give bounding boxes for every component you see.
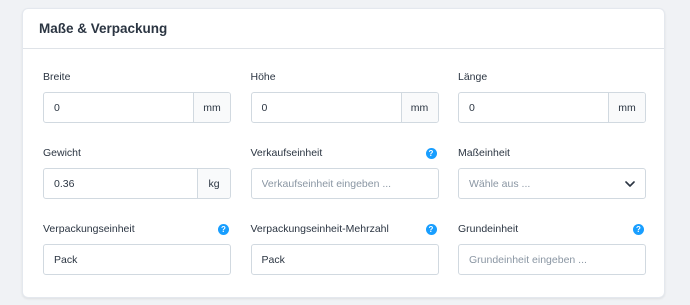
- length-unit-suffix: mm: [608, 93, 645, 122]
- help-icon[interactable]: ?: [425, 147, 437, 159]
- weight-field: Gewicht kg: [43, 145, 231, 199]
- sales-unit-input[interactable]: [251, 169, 438, 198]
- base-unit-field: Grundeinheit ?: [458, 221, 646, 275]
- packaging-unit-plural-input[interactable]: [251, 245, 438, 274]
- height-input[interactable]: [251, 93, 401, 122]
- packaging-unit-plural-input-group: [250, 244, 439, 275]
- packaging-unit-input[interactable]: [44, 245, 230, 274]
- packaging-unit-plural-label: Verpackungseinheit-Mehrzahl: [250, 223, 389, 235]
- help-icon[interactable]: ?: [425, 223, 437, 235]
- width-input[interactable]: [44, 93, 193, 122]
- measure-unit-selected: Wähle aus ...: [469, 177, 531, 190]
- chevron-down-icon: [625, 179, 635, 189]
- height-input-group: mm: [250, 92, 439, 123]
- help-icon[interactable]: ?: [218, 223, 229, 235]
- weight-input-group: kg: [43, 168, 231, 199]
- weight-label: Gewicht: [43, 147, 81, 159]
- length-input-group: mm: [458, 92, 646, 123]
- weight-input[interactable]: [44, 169, 197, 198]
- base-unit-label: Grundeinheit: [458, 223, 519, 235]
- width-field: Breite mm: [43, 69, 231, 123]
- sales-unit-label: Verkaufseinheit: [250, 147, 323, 159]
- measure-unit-select[interactable]: Wähle aus ...: [458, 168, 646, 199]
- packaging-unit-field: Verpackungseinheit ?: [43, 221, 231, 275]
- card-title: Maße & Verpackung: [39, 21, 168, 36]
- height-label: Höhe: [250, 71, 276, 83]
- card-header: Maße & Verpackung: [23, 9, 664, 49]
- height-field: Höhe mm: [250, 69, 439, 123]
- help-icon[interactable]: ?: [633, 223, 644, 235]
- length-label: Länge: [458, 71, 488, 83]
- packaging-unit-plural-field: Verpackungseinheit-Mehrzahl ?: [250, 221, 439, 275]
- width-unit-suffix: mm: [193, 93, 230, 122]
- measure-unit-label: Maßeinheit: [458, 147, 510, 159]
- weight-unit-suffix: kg: [197, 169, 230, 198]
- width-input-group: mm: [43, 92, 231, 123]
- fields-grid: Breite mm Höhe mm Länge mm: [43, 69, 646, 275]
- width-label: Breite: [43, 71, 71, 83]
- packaging-unit-input-group: [43, 244, 231, 275]
- base-unit-input-group: [458, 244, 646, 275]
- sales-unit-field: Verkaufseinheit ?: [250, 145, 439, 199]
- length-input[interactable]: [459, 93, 608, 122]
- dimensions-packaging-card: Maße & Verpackung Breite mm Höhe mm: [22, 8, 665, 298]
- sales-unit-input-group: [250, 168, 439, 199]
- height-unit-suffix: mm: [400, 93, 438, 122]
- length-field: Länge mm: [458, 69, 646, 123]
- base-unit-input[interactable]: [459, 245, 645, 274]
- measure-unit-field: Maßeinheit Wähle aus ...: [458, 145, 646, 199]
- packaging-unit-label: Verpackungseinheit: [43, 223, 135, 235]
